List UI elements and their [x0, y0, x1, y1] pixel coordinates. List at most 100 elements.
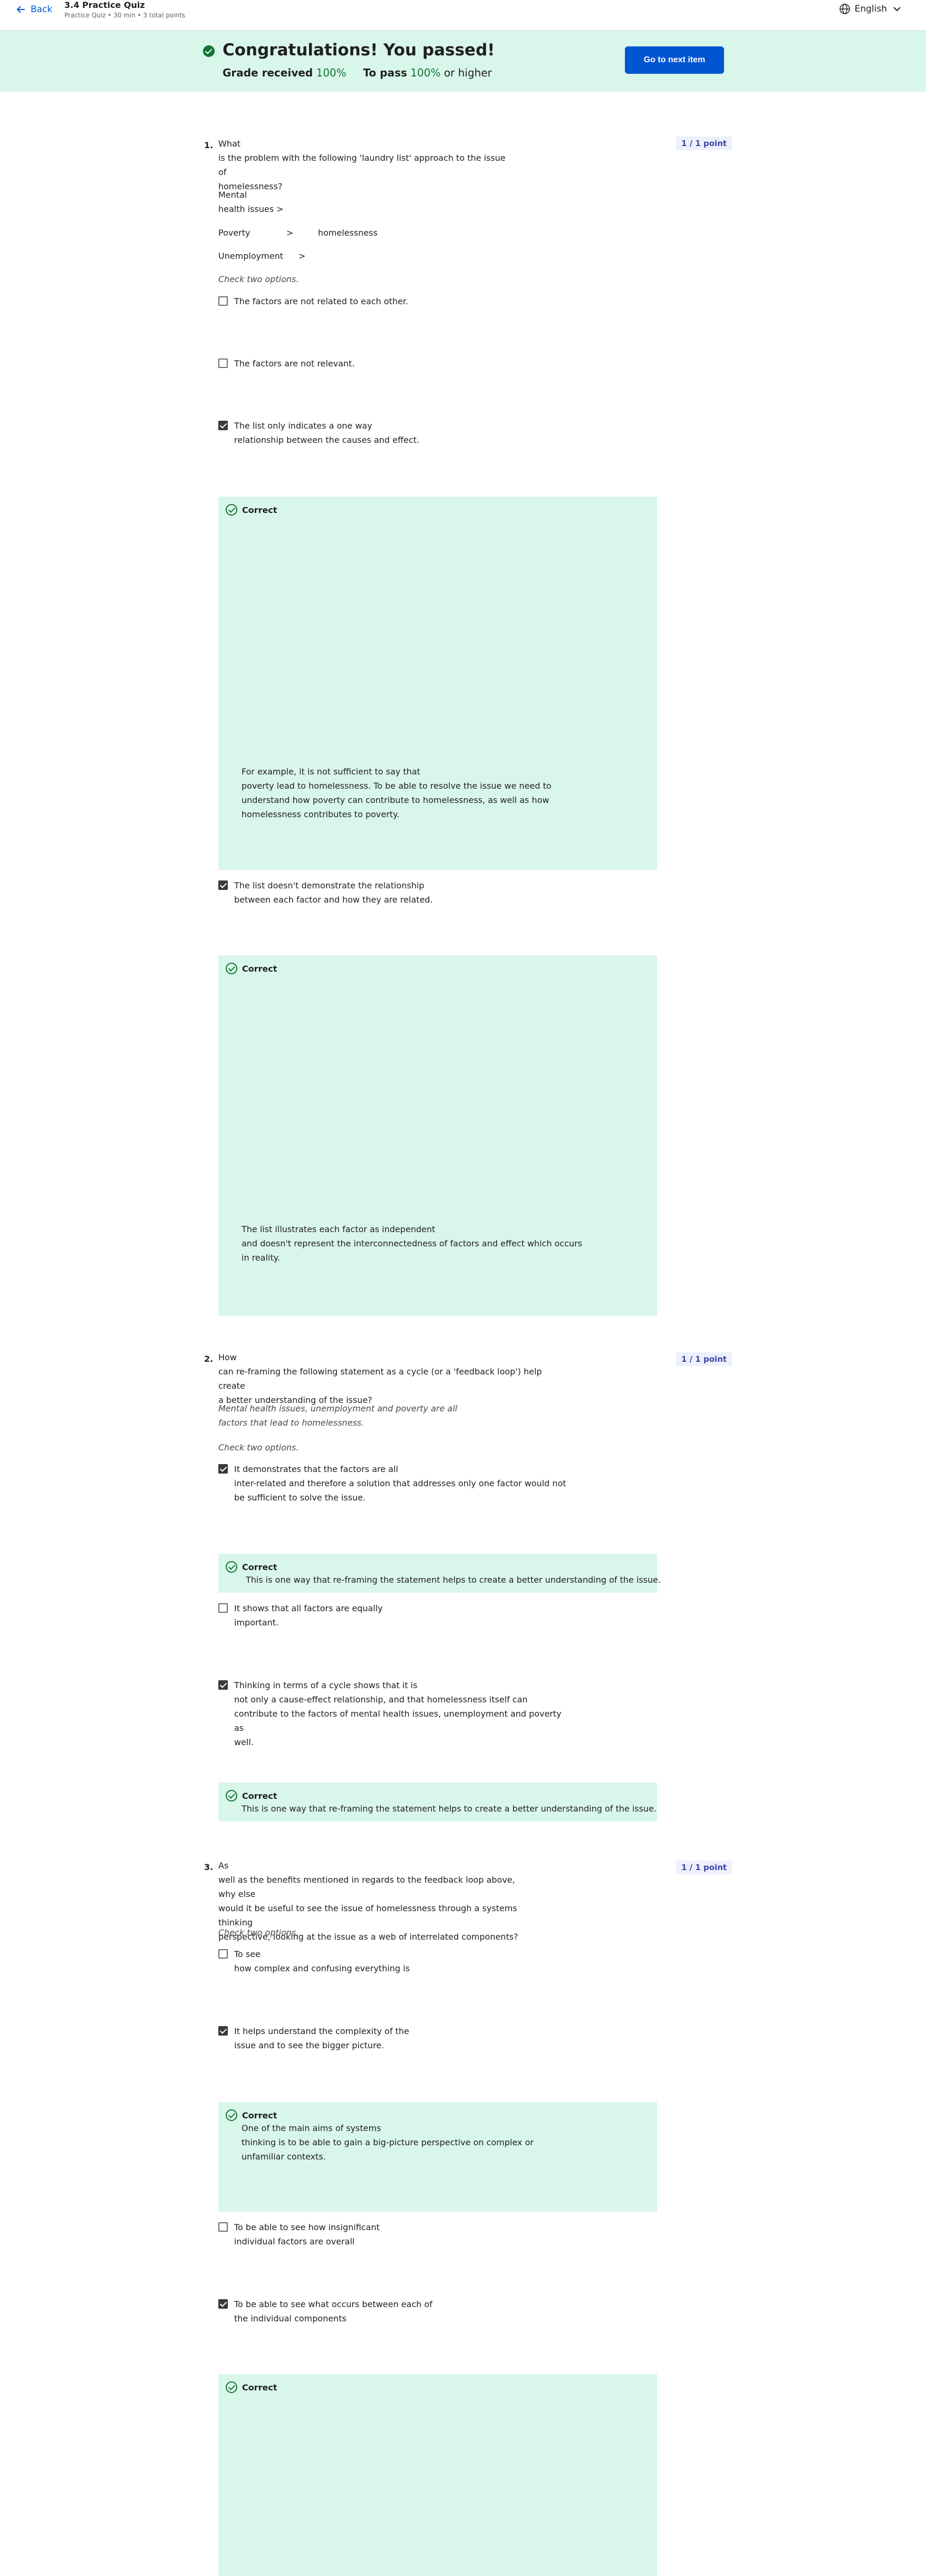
feedback-title: Correct	[242, 1562, 277, 1572]
list-item-mental-health: Mental health issues >	[218, 190, 284, 214]
checkbox-checked[interactable]	[218, 1464, 228, 1474]
list-item-arrow: >	[298, 251, 306, 261]
grade-label: Grade received	[223, 66, 313, 79]
checkbox[interactable]	[218, 296, 228, 306]
check-circle-icon	[226, 1790, 237, 1802]
option-label: It shows that all factors are equally im…	[234, 1603, 383, 1628]
checkbox-checked[interactable]	[218, 1680, 228, 1690]
instruction-text: Check two options.	[218, 274, 299, 284]
back-link[interactable]: Back	[16, 4, 52, 15]
feedback-correct: Correct One of the main aims of systems …	[218, 2102, 657, 2212]
feedback-title: Correct	[242, 1790, 277, 1801]
checkbox[interactable]	[218, 1603, 228, 1613]
answer-option[interactable]: To be able to see how insignificant indi…	[218, 2220, 380, 2249]
question-number: 3.	[204, 1862, 214, 1872]
checkbox[interactable]	[218, 359, 228, 368]
feedback-text: For example, it is not sufficient to say…	[242, 767, 552, 819]
list-item-unemployment: Unemployment	[218, 251, 283, 261]
feedback-text: This is one way that re-framing the stat…	[246, 1575, 661, 1585]
option-label: It demonstrates that the factors are all…	[234, 1464, 566, 1503]
question-text: What is the problem with the following '…	[218, 139, 506, 191]
checkbox-checked[interactable]	[218, 880, 228, 890]
feedback-correct: Correct This is one way that re-framing …	[218, 1783, 657, 1822]
back-label: Back	[31, 4, 53, 15]
feedback-title: Correct	[242, 963, 277, 974]
top-bar: Back 3.4 Practice Quiz Practice Quiz • 3…	[0, 0, 926, 31]
quiz-title: 3.4 Practice Quiz	[64, 0, 145, 10]
feedback-header: Correct	[226, 1561, 277, 1573]
globe-icon	[839, 4, 850, 14]
instruction-text: Check two options.	[218, 1928, 299, 1938]
answer-option[interactable]: To see how complex and confusing everyth…	[218, 1947, 410, 1975]
question-number: 2.	[204, 1354, 214, 1364]
answer-option[interactable]: The list doesn't demonstrate the relatio…	[218, 878, 433, 907]
statement-text: Mental health issues, unemployment and p…	[218, 1403, 458, 1428]
grade-summary: Grade received 100% To pass 100% or high…	[223, 66, 492, 79]
feedback-header: Correct	[226, 2381, 277, 2393]
feedback-text: This is one way that re-framing the stat…	[242, 1804, 657, 1814]
feedback-header: Correct	[226, 504, 277, 516]
grade-value: 100%	[316, 66, 346, 79]
option-label: Thinking in terms of a cycle shows that …	[234, 1680, 562, 1747]
answer-option[interactable]: It demonstrates that the factors are all…	[218, 1462, 566, 1505]
feedback-correct: Correct This is one way that re-framing …	[218, 1554, 661, 1593]
check-circle-icon	[226, 2109, 237, 2121]
checkbox[interactable]	[218, 2222, 228, 2232]
feedback-title: Correct	[242, 505, 277, 515]
feedback-header: Correct	[226, 2109, 277, 2121]
option-label: The factors are not relevant.	[234, 359, 355, 369]
points-badge: 1 / 1 point	[676, 1352, 732, 1366]
feedback-correct: Correct The list illustrates each factor…	[218, 955, 657, 1316]
answer-option[interactable]: It helps understand the complexity of th…	[218, 2024, 409, 2052]
check-circle-icon	[226, 1561, 237, 1573]
pass-banner: Congratulations! You passed! Grade recei…	[0, 31, 926, 92]
quiz-meta: Practice Quiz • 30 min • 3 total points	[64, 12, 186, 19]
feedback-header: Correct	[226, 963, 277, 974]
arrow-left-icon	[16, 6, 25, 13]
check-circle-icon	[226, 2381, 237, 2393]
feedback-correct: Correct For example, it is not sufficien…	[218, 497, 657, 870]
banner-title: Congratulations! You passed!	[223, 41, 495, 60]
answer-option[interactable]: It shows that all factors are equally im…	[218, 1601, 383, 1630]
checkbox[interactable]	[218, 1949, 228, 1959]
list-item-homelessness: homelessness	[318, 228, 378, 238]
next-item-button[interactable]: Go to next item	[625, 46, 724, 74]
check-circle-icon	[203, 45, 215, 57]
question-text: How can re-framing the following stateme…	[218, 1352, 542, 1405]
question-number: 1.	[204, 140, 214, 150]
points-badge: 1 / 1 point	[676, 137, 732, 150]
check-circle-icon	[226, 504, 237, 516]
list-item-arrow: >	[286, 228, 294, 238]
checkbox-checked[interactable]	[218, 2299, 228, 2309]
option-label: The list doesn't demonstrate the relatio…	[234, 880, 433, 905]
list-item-poverty: Poverty	[218, 228, 250, 238]
option-label: To be able to see how insignificant indi…	[234, 2222, 380, 2246]
option-label: The list only indicates a one way relati…	[234, 421, 420, 445]
feedback-correct: Correct	[218, 2374, 657, 2576]
pass-label: To pass	[363, 66, 407, 79]
feedback-text: The list illustrates each factor as inde…	[242, 1224, 582, 1263]
instruction-text: Check two options.	[218, 1442, 299, 1452]
option-label: To see how complex and confusing everyth…	[234, 1949, 410, 1973]
option-label: To be able to see what occurs between ea…	[234, 2299, 432, 2323]
answer-option[interactable]: Thinking in terms of a cycle shows that …	[218, 1678, 572, 1749]
pass-suffix: or higher	[443, 66, 492, 79]
feedback-text: One of the main aims of systems thinking…	[242, 2123, 534, 2162]
answer-option[interactable]: The factors are not related to each othe…	[218, 294, 408, 308]
chevron-down-icon	[893, 7, 901, 12]
language-label: English	[854, 4, 887, 14]
checkbox-checked[interactable]	[218, 421, 228, 430]
feedback-title: Correct	[242, 2382, 277, 2393]
pass-value: 100%	[410, 66, 441, 79]
option-label: It helps understand the complexity of th…	[234, 2026, 409, 2050]
points-badge: 1 / 1 point	[676, 1861, 732, 1874]
checkbox-checked[interactable]	[218, 2026, 228, 2036]
feedback-header: Correct	[226, 1790, 277, 1802]
check-circle-icon	[226, 963, 237, 974]
answer-option[interactable]: To be able to see what occurs between ea…	[218, 2297, 432, 2326]
option-label: The factors are not related to each othe…	[234, 296, 409, 306]
answer-option[interactable]: The factors are not relevant.	[218, 356, 355, 371]
language-selector[interactable]: English	[839, 3, 903, 15]
feedback-title: Correct	[242, 2110, 277, 2120]
answer-option[interactable]: The list only indicates a one way relati…	[218, 419, 419, 447]
